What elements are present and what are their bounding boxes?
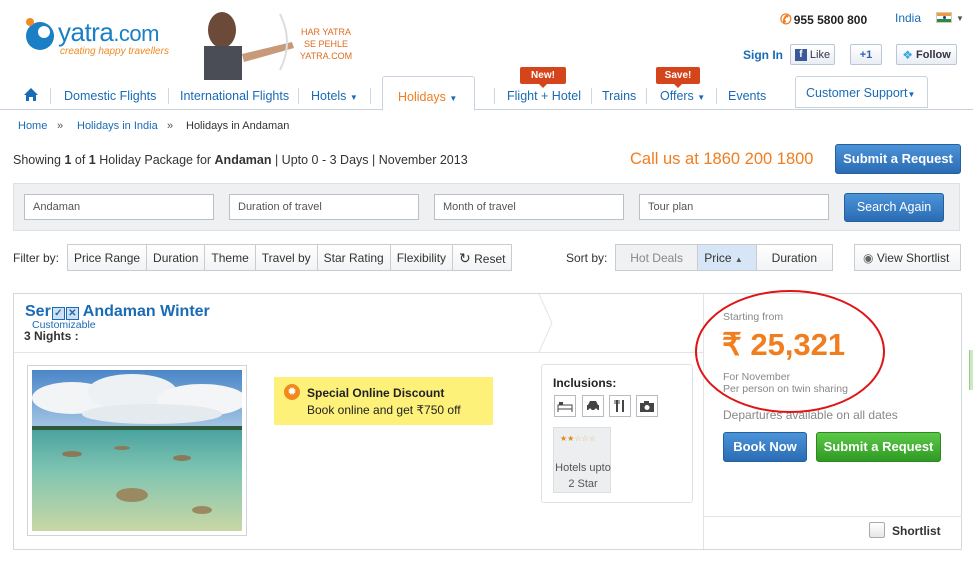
sign-in-link[interactable]: Sign In <box>743 48 783 62</box>
hotel-label: Hotels upto <box>555 462 611 474</box>
filter-duration[interactable]: Duration <box>147 245 206 270</box>
filter-theme[interactable]: Theme <box>205 245 256 270</box>
filter-star-rating[interactable]: Star Rating <box>318 245 391 270</box>
nav-domestic-flights[interactable]: Domestic Flights <box>64 89 156 103</box>
nights-label: 3 Nights : <box>24 329 79 343</box>
twitter-icon: ❖ <box>902 47 913 62</box>
hotel-star-label: 2 Star <box>568 478 598 490</box>
special-offer-banner: ✹ Special Online Discount Book online an… <box>274 377 493 425</box>
month-input[interactable]: Month of travel <box>434 194 624 220</box>
beach-image <box>32 370 247 531</box>
submit-request-button-top[interactable]: Submit a Request <box>835 144 961 174</box>
nav-trains[interactable]: Trains <box>602 89 636 103</box>
new-badge: New! <box>520 67 566 88</box>
sort-price[interactable]: Price ▲ <box>698 245 757 270</box>
logo-text: yatra.com <box>58 17 159 47</box>
nav-flight-hotel[interactable]: Flight + Hotel <box>507 89 581 103</box>
chevron-down-icon[interactable]: ▼ <box>956 14 964 23</box>
call-us-text: Call us at 1860 200 1800 <box>630 150 814 168</box>
nav-hotels[interactable]: Hotels ▼ <box>311 89 358 103</box>
nav-holidays[interactable]: Holidays ▼ <box>398 90 457 104</box>
breadcrumb-separator: » <box>167 120 174 132</box>
shortlist-checkbox[interactable] <box>869 522 885 538</box>
sort-duration[interactable]: Duration <box>757 245 832 270</box>
filter-group: Price Range Duration Theme Travel by Sta… <box>67 244 513 271</box>
car-icon <box>582 395 604 417</box>
nav-events[interactable]: Events <box>728 89 766 103</box>
nav-offers[interactable]: Offers ▼ <box>660 89 705 103</box>
filter-flexibility[interactable]: Flexibility <box>391 245 454 270</box>
chevron-down-icon: ▼ <box>349 93 358 102</box>
logo-icon <box>26 18 54 50</box>
tagline: creating happy travellers <box>60 46 169 57</box>
breadcrumb-separator: » <box>57 120 64 132</box>
filter-label: Filter by: <box>13 251 60 265</box>
filter-travel-by[interactable]: Travel by <box>256 245 318 270</box>
facebook-icon: f <box>794 48 807 61</box>
package-photo[interactable] <box>27 365 247 536</box>
sort-up-icon: ▲ <box>734 255 743 264</box>
bed-icon <box>554 395 576 417</box>
sort-group: Hot Deals Price ▲ Duration <box>615 244 833 271</box>
submit-request-button[interactable]: Submit a Request <box>816 432 941 462</box>
inclusions-label: Inclusions: <box>553 376 617 390</box>
dining-icon <box>609 395 631 417</box>
highlight-circle-annotation <box>695 290 885 413</box>
destination-input[interactable]: Andaman <box>24 194 214 220</box>
nav-customer-support[interactable]: Customer Support▼ <box>806 86 915 100</box>
google-plus-one-button[interactable]: +1 <box>850 44 882 65</box>
chevron-down-icon: ▼ <box>907 90 916 99</box>
shortlist-label: Shortlist <box>892 524 941 538</box>
breadcrumb-current: Holidays in Andaman <box>186 120 290 132</box>
side-feedback-tab[interactable] <box>969 350 973 390</box>
chevron-down-icon: ▼ <box>697 93 706 102</box>
chevron-down-icon: ▼ <box>449 94 458 103</box>
breadcrumb-holidays-india[interactable]: Holidays in India <box>77 120 158 132</box>
reset-icon: ↻ <box>459 250 471 266</box>
facebook-like-button[interactable]: f Like <box>790 44 835 65</box>
header-arrow-divider <box>538 294 553 352</box>
phone-number: ✆ 955 5800 800 <box>780 11 868 27</box>
sun-badge-icon: ✹ <box>284 384 300 400</box>
country-selector[interactable]: India <box>895 11 921 25</box>
shortlist-divider <box>704 516 962 517</box>
india-flag-icon[interactable] <box>936 12 952 23</box>
sort-label: Sort by: <box>566 251 608 265</box>
view-shortlist-button[interactable]: ◉ View Shortlist <box>854 244 961 271</box>
offer-text: Book online and get ₹750 off <box>307 403 461 417</box>
tour-plan-input[interactable]: Tour plan <box>639 194 829 220</box>
filter-price-range[interactable]: Price Range <box>68 245 148 270</box>
nav-international-flights[interactable]: International Flights <box>180 89 289 103</box>
duration-input[interactable]: Duration of travel <box>229 194 419 220</box>
promo-text: HAR YATRA SE PEHLE YATRA.COM <box>299 27 353 61</box>
camera-icon <box>636 395 658 417</box>
hotel-rating-box: ★★☆☆☆ Hotels upto 2 Star <box>553 427 611 493</box>
twitter-follow-button[interactable]: ❖ Follow <box>896 44 957 65</box>
book-now-button[interactable]: Book Now <box>723 432 807 462</box>
star-rating-icon: ★★☆☆☆ <box>560 434 596 443</box>
home-icon[interactable] <box>23 87 39 105</box>
offer-title: Special Online Discount <box>307 386 445 400</box>
phone-icon: ✆ <box>780 11 792 27</box>
sort-hot-deals[interactable]: Hot Deals <box>616 245 699 270</box>
breadcrumb-home[interactable]: Home <box>18 120 47 132</box>
eye-icon: ◉ <box>863 251 874 265</box>
save-badge: Save! <box>656 67 700 88</box>
reset-button[interactable]: ↻ Reset <box>453 245 511 270</box>
results-summary: Showing 1 of 1 Holiday Package for Andam… <box>13 153 468 167</box>
search-again-button[interactable]: Search Again <box>844 193 944 222</box>
card-divider <box>14 352 703 353</box>
